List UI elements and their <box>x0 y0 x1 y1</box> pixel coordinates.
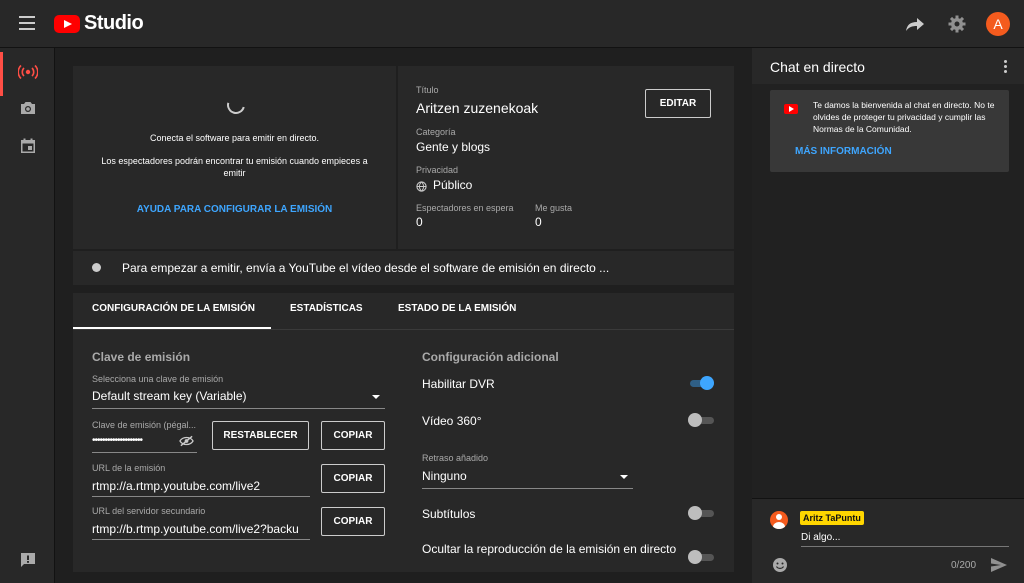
user-avatar <box>770 511 788 529</box>
stream-url-value[interactable]: rtmp://a.rtmp.youtube.com/live2 <box>92 479 260 493</box>
edit-button[interactable]: EDITAR <box>645 89 711 118</box>
dvr-toggle[interactable] <box>688 376 714 390</box>
backup-url-underline <box>92 539 310 540</box>
tab-stream-settings[interactable]: CONFIGURACIÓN DE LA EMISIÓN <box>92 303 255 314</box>
additional-settings-title: Configuración adicional <box>422 350 559 364</box>
category-value: Gente y blogs <box>416 140 491 154</box>
nav-scheduled[interactable] <box>0 126 55 170</box>
nav-feedback[interactable] <box>0 540 55 583</box>
live-chat: Chat en directo Te damos la bienvenida a… <box>752 48 1024 583</box>
waiting-viewers-value: 0 <box>416 215 423 229</box>
subtitles-label: Subtítulos <box>422 507 476 521</box>
youtube-logo-icon <box>54 14 80 33</box>
top-bar: Studio A <box>0 0 1024 48</box>
visibility-off-icon[interactable] <box>179 434 194 452</box>
chat-input-area: Aritz TaPuntu Di algo... 0/200 <box>752 498 1024 583</box>
welcome-text: Te damos la bienvenida al chat en direct… <box>813 100 995 134</box>
stream-key-select-label: Selecciona una clave de emisión <box>92 374 224 384</box>
stream-preview: Conecta el software para emitir en direc… <box>73 66 396 249</box>
category-label: Categoría <box>416 127 456 137</box>
chat-input[interactable]: Di algo... <box>801 532 840 543</box>
subtitles-toggle[interactable] <box>688 506 714 520</box>
tabs-divider <box>73 329 734 330</box>
more-info-link[interactable]: MÁS INFORMACIÓN <box>795 146 892 157</box>
chat-title: Chat en directo <box>770 59 865 75</box>
copy-url-button[interactable]: COPIAR <box>321 464 385 493</box>
studio-logo[interactable]: Studio <box>54 12 144 35</box>
globe-icon <box>416 179 427 197</box>
stream-settings: CONFIGURACIÓN DE LA EMISIÓN ESTADÍSTICAS… <box>73 293 734 572</box>
privacy-value: Público <box>433 178 473 192</box>
dropdown-caret-icon <box>620 475 628 479</box>
video-360-label: Vídeo 360° <box>422 414 482 428</box>
copy-key-button[interactable]: COPIAR <box>321 421 385 450</box>
logo-text: Studio <box>84 12 144 34</box>
stream-key-select-value: Default stream key (Variable) <box>92 389 247 403</box>
stream-url-label: URL de la emisión <box>92 463 166 473</box>
chat-input-underline <box>801 546 1009 547</box>
top-actions: A <box>886 11 1010 37</box>
chat-welcome-card: Te damos la bienvenida al chat en direct… <box>770 90 1009 172</box>
status-dot-icon <box>92 263 101 272</box>
live-broadcast-icon <box>16 64 39 85</box>
help-setup-link[interactable]: AYUDA PARA CONFIGURAR LA EMISIÓN <box>73 204 396 215</box>
hide-playback-toggle-wrap <box>688 550 714 572</box>
feedback-icon <box>20 552 36 573</box>
account-avatar[interactable]: A <box>986 12 1010 36</box>
likes-value: 0 <box>535 215 542 229</box>
dvr-label: Habilitar DVR <box>422 377 495 391</box>
backup-url-value[interactable]: rtmp://b.rtmp.youtube.com/live2?backu <box>92 522 310 536</box>
status-text: Para empezar a emitir, envía a YouTube e… <box>122 261 610 275</box>
hide-playback-toggle[interactable] <box>688 550 714 564</box>
calendar-icon <box>20 138 36 159</box>
emoji-icon[interactable] <box>772 557 788 573</box>
likes-label: Me gusta <box>535 203 573 213</box>
reset-key-button[interactable]: RESTABLECER <box>212 421 309 450</box>
more-options-icon[interactable] <box>1004 60 1008 75</box>
tab-statistics[interactable]: ESTADÍSTICAS <box>290 303 363 314</box>
dropdown-caret-icon <box>372 395 380 399</box>
youtube-logo-icon <box>784 104 798 114</box>
delay-label: Retraso añadido <box>422 453 489 463</box>
privacy-label: Privacidad <box>416 165 459 175</box>
settings-gear-icon[interactable] <box>944 11 970 37</box>
delay-select-value: Ninguno <box>422 469 467 483</box>
delay-underline <box>422 488 633 489</box>
title-value: Aritzen zuzenekoak <box>416 100 539 116</box>
backup-url-label: URL del servidor secundario <box>92 506 206 516</box>
select-underline <box>92 408 385 409</box>
copy-backup-url-button[interactable]: COPIAR <box>321 507 385 536</box>
tab-stream-health[interactable]: ESTADO DE LA EMISIÓN <box>398 303 516 314</box>
chat-user-name: Aritz TaPuntu <box>800 511 864 525</box>
video-360-toggle[interactable] <box>688 413 714 427</box>
menu-icon[interactable] <box>19 16 35 30</box>
preview-submessage: Los espectadores podrán encontrar tu emi… <box>101 156 368 178</box>
title-label: Título <box>416 85 439 95</box>
stream-key-select[interactable]: Default stream key (Variable) <box>92 387 385 407</box>
stream-key-value: •••••••••••••••••••• <box>92 435 143 446</box>
url-underline <box>92 496 310 497</box>
waiting-viewers-label: Espectadores en espera <box>416 203 514 213</box>
hide-playback-label: Ocultar la reproducción de la emisión en… <box>422 542 677 556</box>
stream-key-section-title: Clave de emisión <box>92 350 191 364</box>
side-nav <box>0 48 55 583</box>
camera-icon <box>19 100 37 121</box>
share-icon[interactable] <box>902 11 928 37</box>
status-bar: Para empezar a emitir, envía a YouTube e… <box>73 251 734 285</box>
chat-header: Chat en directo <box>752 48 1024 84</box>
send-icon[interactable] <box>990 557 1008 573</box>
stream-key-field[interactable]: •••••••••••••••••••• <box>92 433 197 451</box>
stream-info: Título Aritzen zuzenekoak EDITAR Categor… <box>398 66 734 249</box>
stream-key-label: Clave de emisión (pégal... <box>92 420 197 430</box>
key-underline <box>92 452 197 453</box>
char-counter: 0/200 <box>951 560 977 571</box>
delay-select[interactable]: Ninguno <box>422 467 633 487</box>
loading-spinner-icon <box>223 92 249 118</box>
preview-message: Conecta el software para emitir en direc… <box>149 133 320 143</box>
